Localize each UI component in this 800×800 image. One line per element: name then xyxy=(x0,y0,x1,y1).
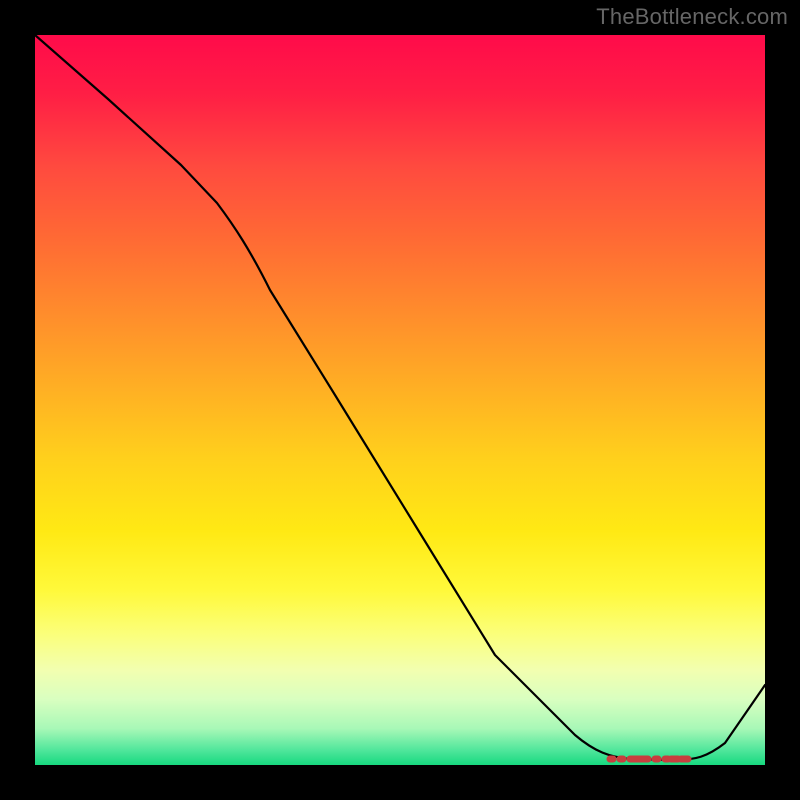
bottleneck-curve xyxy=(35,35,765,760)
attribution-text: TheBottleneck.com xyxy=(596,4,788,30)
plot-area xyxy=(35,35,765,765)
chart-frame: TheBottleneck.com xyxy=(0,0,800,800)
chart-svg xyxy=(35,35,765,765)
